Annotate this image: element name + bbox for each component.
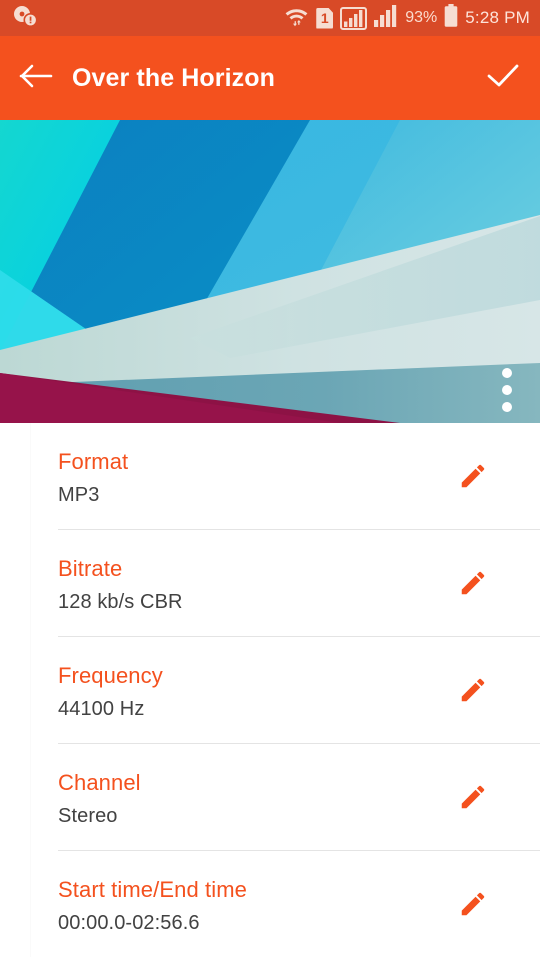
sim1-icon: 1 bbox=[316, 7, 334, 29]
overflow-menu-button[interactable] bbox=[502, 368, 512, 412]
list-item-bitrate[interactable]: Bitrate 128 kb/s CBR bbox=[0, 530, 540, 636]
status-bar: 1 93% 5:28 PM bbox=[0, 0, 540, 36]
list-item-text: Format MP3 bbox=[58, 449, 444, 507]
list-item-label: Channel bbox=[58, 770, 141, 795]
edit-bitrate-button[interactable] bbox=[444, 568, 502, 603]
edit-channel-button[interactable] bbox=[444, 782, 502, 817]
list-item-text: Start time/End time 00:00.0-02:56.6 bbox=[58, 877, 444, 935]
list-item-value: 44100 Hz bbox=[58, 698, 145, 720]
list-item-text: Frequency 44100 Hz bbox=[58, 663, 444, 721]
list-item-start-end-time[interactable]: Start time/End time 00:00.0-02:56.6 bbox=[0, 851, 540, 957]
pencil-icon bbox=[458, 675, 488, 710]
pencil-icon bbox=[458, 782, 488, 817]
list-item-label: Start time/End time bbox=[58, 877, 247, 902]
list-item-text: Bitrate 128 kb/s CBR bbox=[58, 556, 444, 614]
list-item-channel[interactable]: Channel Stereo bbox=[0, 744, 540, 850]
more-vertical-icon-dot bbox=[502, 368, 512, 378]
artwork-graphic bbox=[0, 120, 540, 423]
pencil-icon bbox=[458, 889, 488, 924]
edit-format-button[interactable] bbox=[444, 461, 502, 496]
list-item-label: Format bbox=[58, 449, 129, 474]
check-icon bbox=[485, 61, 521, 96]
list-item-label: Bitrate bbox=[58, 556, 123, 581]
signal-bars-icon bbox=[374, 4, 398, 32]
album-artwork bbox=[0, 120, 540, 423]
more-vertical-icon-dot bbox=[502, 385, 512, 395]
pencil-icon bbox=[458, 461, 488, 496]
clock-label: 5:28 PM bbox=[465, 8, 530, 27]
list-item-label: Frequency bbox=[58, 663, 163, 688]
page-title: Over the Horizon bbox=[72, 63, 276, 92]
back-button[interactable] bbox=[0, 62, 72, 95]
status-bar-right-icons: 1 93% 5:28 PM bbox=[284, 4, 530, 33]
list-item-value: 00:00.0-02:56.6 bbox=[58, 912, 200, 934]
confirm-button[interactable] bbox=[466, 61, 540, 96]
wifi-icon bbox=[284, 4, 309, 33]
list-item-frequency[interactable]: Frequency 44100 Hz bbox=[0, 637, 540, 743]
list-item-text: Channel Stereo bbox=[58, 770, 444, 828]
back-arrow-icon bbox=[19, 62, 53, 95]
disc-alert-icon bbox=[12, 5, 38, 32]
edit-frequency-button[interactable] bbox=[444, 675, 502, 710]
more-vertical-icon-dot bbox=[502, 402, 512, 412]
pencil-icon bbox=[458, 568, 488, 603]
list-item-value: Stereo bbox=[58, 805, 118, 827]
app-bar: Over the Horizon bbox=[0, 36, 540, 120]
screen-root: 1 93% 5:28 PM Over the Horizon Format MP… bbox=[0, 0, 540, 960]
properties-list: Format MP3 Bitrate 128 kb/s CBR Frequenc… bbox=[0, 423, 540, 957]
edit-start-end-time-button[interactable] bbox=[444, 889, 502, 924]
list-item-value: 128 kb/s CBR bbox=[58, 591, 183, 613]
status-bar-left-icons bbox=[12, 5, 38, 32]
signal-bars-boxed-icon bbox=[340, 6, 368, 30]
battery-percent-label: 93% bbox=[405, 9, 438, 26]
list-item-value: MP3 bbox=[58, 484, 100, 506]
list-item-format[interactable]: Format MP3 bbox=[0, 423, 540, 529]
battery-icon bbox=[444, 4, 458, 32]
